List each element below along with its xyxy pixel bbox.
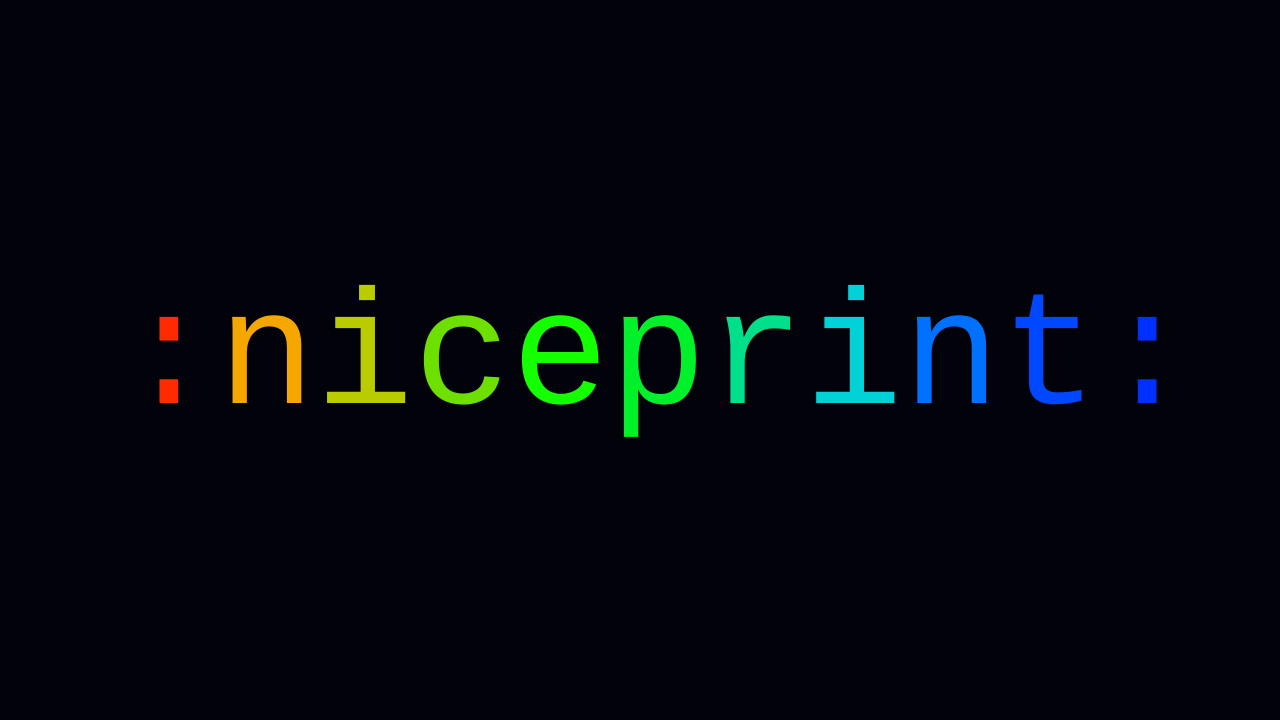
logo-letter: t bbox=[1000, 267, 1099, 452]
logo-letter: : bbox=[120, 267, 218, 452]
logo-letter: i bbox=[804, 267, 903, 452]
logo-letter: e bbox=[511, 267, 610, 452]
logo-letter: r bbox=[706, 267, 805, 452]
logo-letter: p bbox=[609, 267, 707, 452]
logo-letter: n bbox=[217, 267, 316, 452]
logo-letter: c bbox=[413, 267, 512, 452]
splash-screen: :niceprint: bbox=[0, 0, 1280, 720]
niceprint-logo: :niceprint: bbox=[120, 265, 1196, 455]
logo-letter: i bbox=[315, 267, 414, 452]
logo-letter: : bbox=[1098, 267, 1197, 452]
logo-letter: n bbox=[902, 267, 1001, 452]
